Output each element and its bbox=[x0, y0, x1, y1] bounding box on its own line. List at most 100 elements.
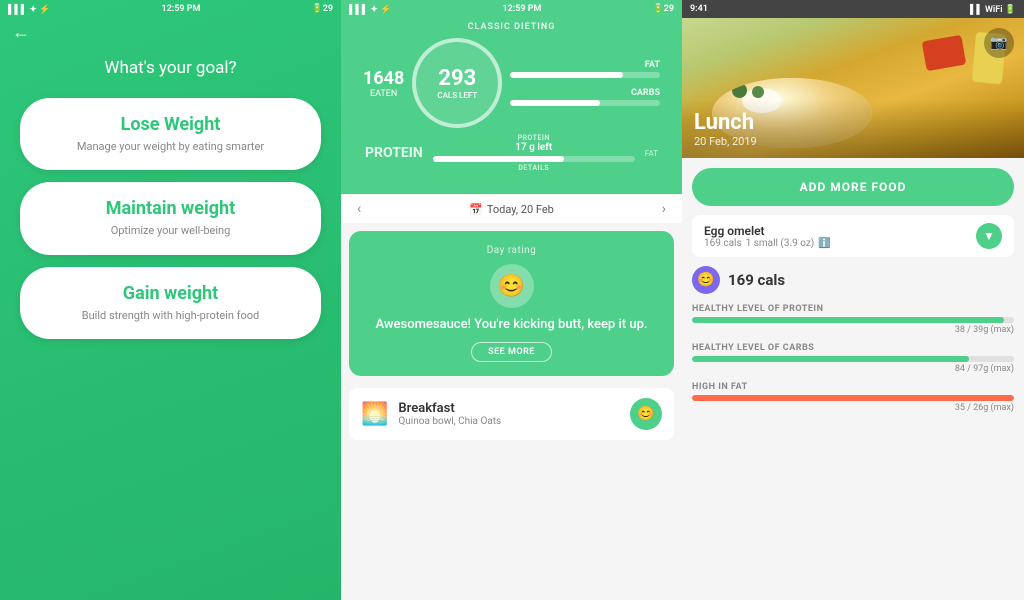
protein-nutrient-values: 38 / 39g (max) bbox=[692, 325, 1014, 335]
lunch-overlay: Lunch 20 Feb, 2019 bbox=[682, 100, 1024, 158]
date-navigation: ‹ 📅 Today, 20 Feb › bbox=[341, 194, 682, 223]
fat-nutrient-bar-fill bbox=[692, 395, 1014, 401]
next-date-button[interactable]: › bbox=[662, 201, 666, 217]
protein-max: 39g (max) bbox=[973, 325, 1014, 335]
protein-nutrient-label: HEALTHY LEVEL OF PROTEIN bbox=[692, 304, 1014, 314]
protein-nutrient: HEALTHY LEVEL OF PROTEIN 38 / 39g (max) bbox=[682, 300, 1024, 339]
macro-bars-right: FAT CARBS bbox=[510, 60, 660, 106]
food-item-name: Egg omelet bbox=[704, 224, 831, 238]
see-more-button[interactable]: SEE MORE bbox=[471, 342, 552, 362]
breakfast-sub: Quinoa bowl, Chia Oats bbox=[398, 416, 620, 427]
signal-icon-2: ▌▌▌ ✦ ⚡ bbox=[349, 4, 391, 15]
carbs-current: 84 bbox=[955, 364, 965, 374]
fat-nutrient-values: 35 / 26g (max) bbox=[692, 403, 1014, 413]
status-bar-3: 9:41 ▌▌ WiFi 🔋 bbox=[682, 0, 1024, 18]
fat-bar-bg bbox=[510, 72, 660, 78]
fat-max: 26g (max) bbox=[973, 403, 1014, 413]
goal-page-title: What's your goal? bbox=[0, 58, 341, 78]
food-item-cals: 169 cals bbox=[704, 238, 742, 249]
calories-circle: 293 CALS LEFT bbox=[412, 38, 502, 128]
fat-bar-fill bbox=[510, 72, 622, 78]
fat-right-label: FAT bbox=[645, 149, 658, 158]
signal-icon: ▌▌▌ ✦ ⚡ bbox=[8, 4, 50, 15]
cals-left-label: CALS LEFT bbox=[437, 91, 477, 100]
lunch-date: 20 Feb, 2019 bbox=[694, 135, 1012, 148]
goal-selection-panel: ▌▌▌ ✦ ⚡ 12:59 PM 🔋29 ← What's your goal?… bbox=[0, 0, 341, 600]
goal-options-list: Lose Weight Manage your weight by eating… bbox=[0, 98, 341, 600]
lunch-image: 📷 Lunch 20 Feb, 2019 bbox=[682, 18, 1024, 158]
protein-bar-fill bbox=[433, 156, 564, 162]
food-item-action-button[interactable]: ▼ bbox=[976, 223, 1002, 249]
classic-dieting-panel: ▌▌▌ ✦ ⚡ 12:59 PM 🔋29 CLASSIC DIETING 164… bbox=[341, 0, 682, 600]
carbs-macro-row: CARBS bbox=[510, 88, 660, 106]
classic-dieting-label: CLASSIC DIETING bbox=[353, 22, 670, 32]
food-item-sub: 169 cals 1 small (3.9 oz) ℹ️ bbox=[704, 238, 831, 249]
battery-icon: 🔋29 bbox=[311, 4, 333, 14]
protein-nutrient-bar-bg bbox=[692, 317, 1014, 323]
carbs-nutrient-bar-bg bbox=[692, 356, 1014, 362]
food-item-row: Egg omelet 169 cals 1 small (3.9 oz) ℹ️ … bbox=[692, 215, 1014, 257]
eaten-block: 1648 EATEN bbox=[363, 68, 404, 99]
food-item-info: Egg omelet 169 cals 1 small (3.9 oz) ℹ️ bbox=[704, 224, 831, 249]
protein-current: 38 bbox=[955, 325, 965, 335]
lose-weight-card[interactable]: Lose Weight Manage your weight by eating… bbox=[20, 98, 321, 170]
protein-bar-bg bbox=[433, 156, 635, 162]
breakfast-name: Breakfast bbox=[398, 401, 620, 416]
cals-smiley-icon: 😊 bbox=[692, 266, 720, 294]
carbs-nutrient: HEALTHY LEVEL OF CARBS 84 / 97g (max) bbox=[682, 339, 1024, 378]
fat-current: 35 bbox=[955, 403, 965, 413]
lose-weight-desc: Manage your weight by eating smarter bbox=[40, 139, 301, 154]
calories-area: 1648 EATEN 293 CALS LEFT FAT CARBS bbox=[353, 38, 670, 128]
signal-icons-3: ▌▌ WiFi 🔋 bbox=[970, 4, 1016, 15]
protein-left-val: 17 g left bbox=[515, 142, 552, 153]
protein-section: PROTEIN PROTEIN 17 g left DETAILS FAT bbox=[353, 128, 670, 182]
time-1: 12:59 PM bbox=[161, 4, 200, 14]
fat-nutrient-bar-bg bbox=[692, 395, 1014, 401]
carbs-max: 97g (max) bbox=[973, 364, 1014, 374]
eaten-value: 1648 bbox=[363, 68, 404, 89]
calendar-icon: 📅 bbox=[469, 203, 483, 216]
gain-weight-card[interactable]: Gain weight Build strength with high-pro… bbox=[20, 267, 321, 339]
carbs-nutrient-values: 84 / 97g (max) bbox=[692, 364, 1014, 374]
time-3: 9:41 bbox=[690, 4, 708, 14]
breakfast-info: Breakfast Quinoa bowl, Chia Oats bbox=[398, 401, 620, 427]
lose-weight-label: Lose Weight bbox=[40, 114, 301, 135]
fat-carbs-right: FAT bbox=[645, 149, 658, 158]
camera-button[interactable]: 📷 bbox=[984, 28, 1014, 58]
food-item-qty: 1 small (3.9 oz) bbox=[746, 238, 815, 249]
day-rating-card: Day rating 😊 Awesomesauce! You're kickin… bbox=[349, 231, 674, 376]
breakfast-icon: 🌅 bbox=[361, 402, 388, 427]
details-button[interactable]: DETAILS bbox=[518, 164, 549, 172]
carbs-bar-bg bbox=[510, 100, 660, 106]
gain-weight-desc: Build strength with high-protein food bbox=[40, 308, 301, 323]
maintain-weight-card[interactable]: Maintain weight Optimize your well-being bbox=[20, 182, 321, 254]
date-label: Today, 20 Feb bbox=[487, 203, 554, 216]
day-rating-title: Day rating bbox=[487, 245, 537, 256]
protein-middle: PROTEIN 17 g left DETAILS bbox=[433, 134, 635, 172]
carbs-bar-fill bbox=[510, 100, 600, 106]
carbs-nutrient-bar-fill bbox=[692, 356, 969, 362]
maintain-weight-label: Maintain weight bbox=[40, 198, 301, 219]
dieting-header: CLASSIC DIETING 1648 EATEN 293 CALS LEFT… bbox=[341, 18, 682, 194]
carbs-nutrient-label: HEALTHY LEVEL OF CARBS bbox=[692, 343, 1014, 353]
fat-label: FAT bbox=[510, 60, 660, 70]
prev-date-button[interactable]: ‹ bbox=[357, 201, 361, 217]
back-button[interactable]: ← bbox=[12, 22, 30, 43]
time-2: 12:59 PM bbox=[502, 4, 541, 14]
eaten-label: EATEN bbox=[370, 89, 397, 99]
lunch-title: Lunch bbox=[694, 110, 1012, 135]
smiley-icon: 😊 bbox=[490, 264, 534, 308]
maintain-weight-desc: Optimize your well-being bbox=[40, 223, 301, 238]
more-badge[interactable]: 😊 bbox=[630, 398, 662, 430]
total-cals-amount: 169 cals bbox=[728, 271, 785, 289]
gain-weight-label: Gain weight bbox=[40, 283, 301, 304]
lunch-detail-panel: 9:41 ▌▌ WiFi 🔋 📷 Lunch 20 Feb, 2019 ADD … bbox=[682, 0, 1024, 600]
breakfast-row: 🌅 Breakfast Quinoa bowl, Chia Oats 😊 bbox=[349, 388, 674, 440]
green1 bbox=[732, 83, 747, 98]
protein-label: PROTEIN bbox=[365, 145, 423, 161]
add-food-button[interactable]: ADD MORE FOOD bbox=[692, 168, 1014, 206]
battery-icon-2: 🔋29 bbox=[652, 4, 674, 14]
day-rating-text: Awesomesauce! You're kicking butt, keep … bbox=[376, 316, 648, 334]
total-cals-row: 😊 169 cals bbox=[682, 260, 1024, 300]
cals-left-value: 293 bbox=[438, 66, 476, 91]
